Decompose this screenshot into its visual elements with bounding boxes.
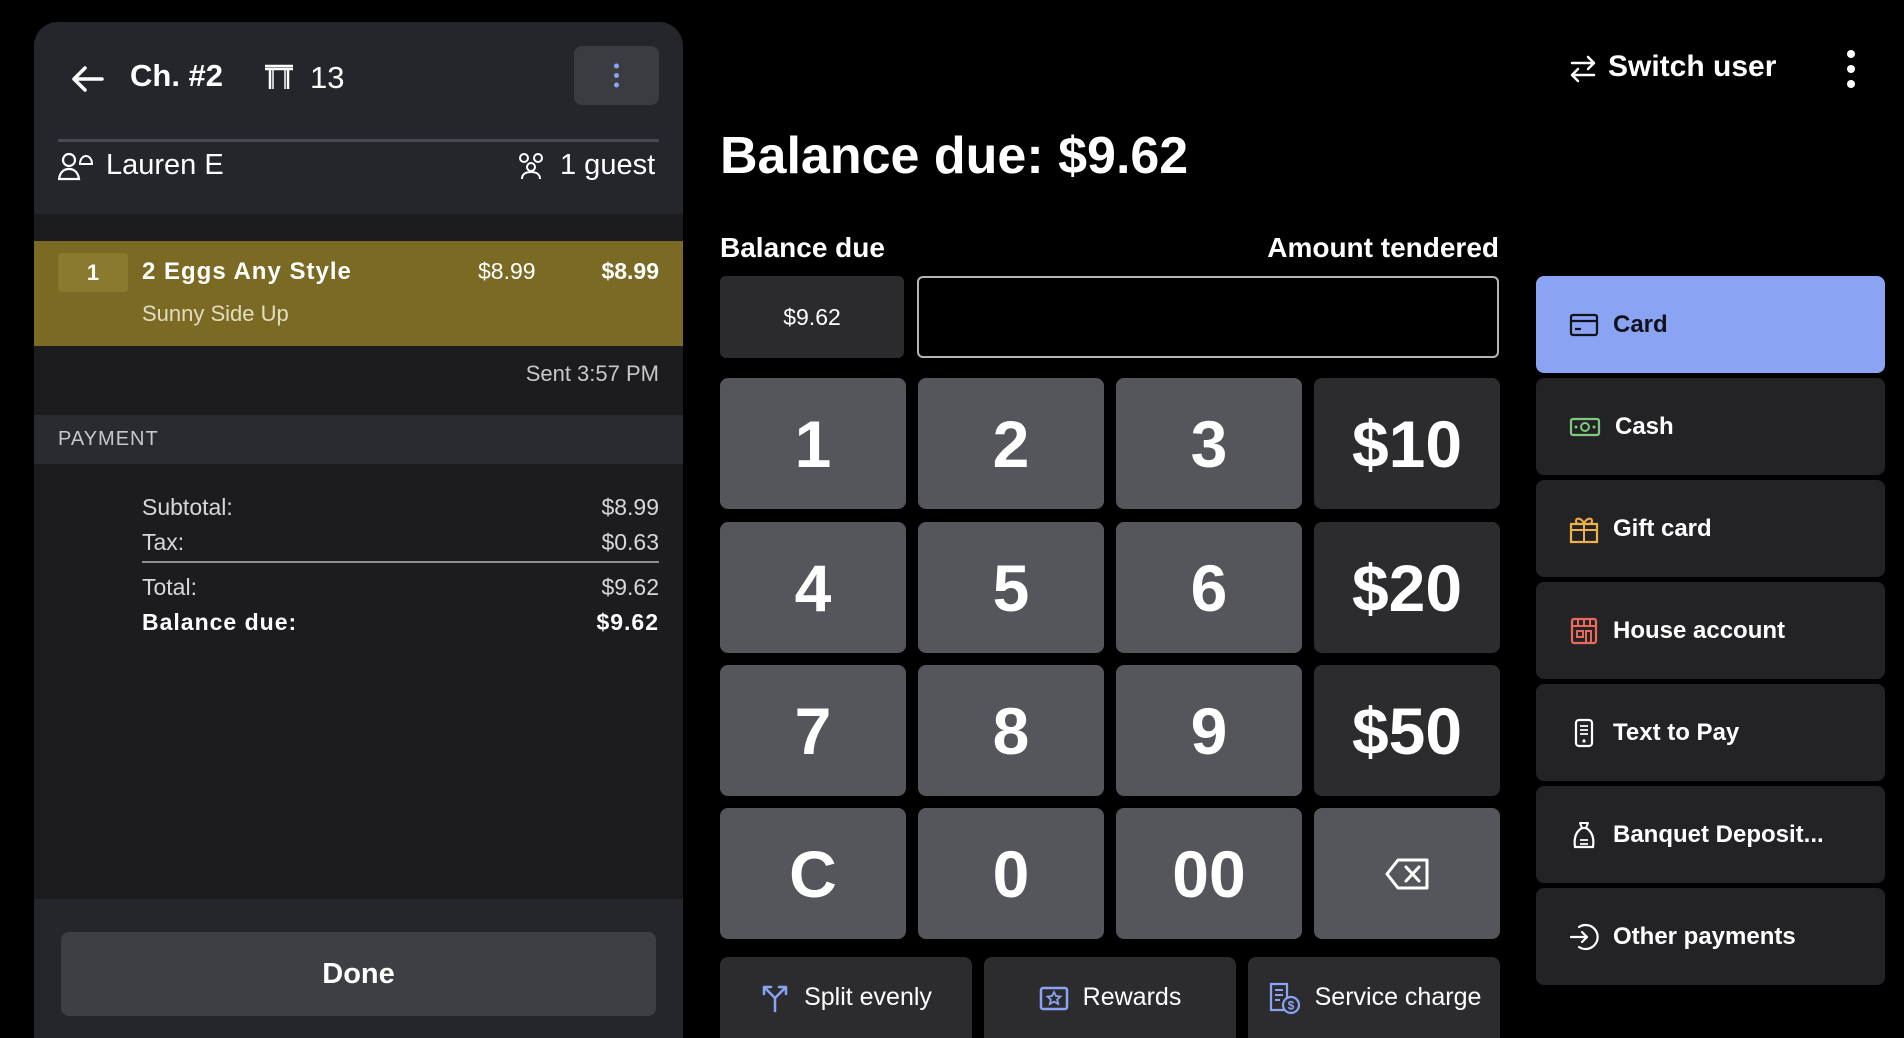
split-evenly-label: Split evenly — [804, 983, 932, 1011]
balance-row: Balance due: $9.62 — [142, 609, 659, 636]
key-2[interactable]: 2 — [918, 378, 1104, 509]
key-6[interactable]: 6 — [1116, 522, 1302, 653]
item-name: 2 Eggs Any Style — [142, 258, 352, 285]
banquet-deposit-label: Banquet Deposit... — [1613, 820, 1824, 848]
key-3[interactable]: 3 — [1116, 378, 1302, 509]
tax-label: Tax: — [142, 529, 185, 555]
payment-label: PAYMENT — [58, 428, 159, 450]
table-icon — [262, 63, 296, 93]
more-options-icon[interactable] — [1836, 48, 1866, 90]
payment-method-gift-card[interactable]: Gift card — [1536, 480, 1885, 577]
totals-divider — [142, 561, 659, 563]
balance-due-display: $9.62 — [720, 276, 904, 358]
banquet-icon — [1573, 821, 1595, 848]
house-account-icon — [1570, 617, 1598, 644]
tax-row: Tax: $0.63 — [142, 529, 659, 556]
service-charge-button[interactable]: $ Service charge — [1248, 957, 1500, 1038]
svg-text:$: $ — [1287, 998, 1294, 1012]
cash-icon — [1569, 417, 1601, 436]
split-evenly-button[interactable]: Split evenly — [720, 957, 972, 1038]
item-price: $8.99 — [478, 258, 536, 284]
check-panel: Ch. #2 13 Lauren E 1 guest 1 2 Eggs Any … — [34, 22, 683, 1038]
table-number: 13 — [310, 60, 345, 95]
item-modifier: Sunny Side Up — [142, 301, 289, 326]
backspace-icon — [1385, 858, 1429, 889]
quick-10-button[interactable]: $10 — [1314, 378, 1500, 509]
guest-count[interactable]: 1 guest — [560, 149, 655, 182]
backspace-button[interactable] — [1314, 808, 1500, 939]
sent-time: Sent 3:57 PM — [525, 361, 659, 386]
subtotal-label: Subtotal: — [142, 494, 233, 520]
quick-50-button[interactable]: $50 — [1314, 665, 1500, 796]
amount-tendered-input[interactable] — [917, 276, 1499, 358]
guests-icon — [514, 149, 548, 181]
header-divider — [58, 139, 659, 142]
key-00[interactable]: 00 — [1116, 808, 1302, 939]
key-5[interactable]: 5 — [918, 522, 1104, 653]
balance-due-title: Balance due: $9.62 — [720, 127, 1189, 185]
payment-section-header: PAYMENT — [34, 415, 683, 464]
card-label: Card — [1613, 310, 1668, 338]
rewards-button[interactable]: Rewards — [984, 957, 1236, 1038]
quick-20-button[interactable]: $20 — [1314, 522, 1500, 653]
payment-method-cash[interactable]: Cash — [1536, 378, 1885, 475]
server-icon — [58, 150, 94, 182]
phone-icon — [1574, 718, 1594, 747]
amount-tendered-label: Amount tendered — [1267, 232, 1499, 263]
total-value: $9.62 — [601, 574, 659, 600]
other-payments-icon — [1569, 923, 1599, 950]
payment-method-banquet-deposit[interactable]: Banquet Deposit... — [1536, 786, 1885, 883]
split-icon — [762, 985, 788, 1012]
order-item[interactable]: 1 2 Eggs Any Style $8.99 $8.99 Sunny Sid… — [34, 241, 683, 346]
payment-method-house-account[interactable]: House account — [1536, 582, 1885, 679]
key-7[interactable]: 7 — [720, 665, 906, 796]
switch-user-button[interactable]: Switch user — [1608, 50, 1776, 84]
balance-label: Balance due: — [142, 609, 298, 635]
gift-card-label: Gift card — [1613, 514, 1712, 542]
check-title: Ch. #2 — [130, 58, 224, 93]
other-payments-label: Other payments — [1613, 922, 1796, 950]
item-total: $8.99 — [601, 258, 659, 284]
subtotal-row: Subtotal: $8.99 — [142, 494, 659, 521]
done-button[interactable]: Done — [61, 932, 656, 1016]
text-to-pay-label: Text to Pay — [1613, 718, 1740, 746]
rewards-label: Rewards — [1082, 983, 1182, 1011]
payment-method-text-to-pay[interactable]: Text to Pay — [1536, 684, 1885, 781]
key-1[interactable]: 1 — [720, 378, 906, 509]
check-more-button[interactable] — [574, 46, 659, 105]
payment-method-card[interactable]: Card — [1536, 276, 1885, 373]
key-4[interactable]: 4 — [720, 522, 906, 653]
back-arrow-icon[interactable] — [70, 64, 104, 94]
key-8[interactable]: 8 — [918, 665, 1104, 796]
gift-icon — [1569, 517, 1599, 543]
key-0[interactable]: 0 — [918, 808, 1104, 939]
key-9[interactable]: 9 — [1116, 665, 1302, 796]
service-charge-label: Service charge — [1314, 983, 1482, 1011]
rewards-icon — [1039, 986, 1068, 1010]
item-quantity: 1 — [58, 253, 128, 292]
tax-value: $0.63 — [601, 529, 659, 555]
service-charge-icon: $ — [1269, 982, 1300, 1014]
subtotal-value: $8.99 — [601, 494, 659, 520]
house-account-label: House account — [1613, 616, 1786, 644]
cash-label: Cash — [1615, 412, 1674, 440]
key-clear[interactable]: C — [720, 808, 906, 939]
total-label: Total: — [142, 574, 197, 600]
payment-method-other[interactable]: Other payments — [1536, 888, 1885, 985]
switch-user-icon[interactable] — [1568, 54, 1598, 84]
balance-due-label: Balance due — [720, 232, 885, 263]
balance-value: $9.62 — [596, 609, 659, 635]
card-icon — [1569, 313, 1599, 336]
total-row: Total: $9.62 — [142, 574, 659, 601]
server-name[interactable]: Lauren E — [106, 149, 224, 182]
